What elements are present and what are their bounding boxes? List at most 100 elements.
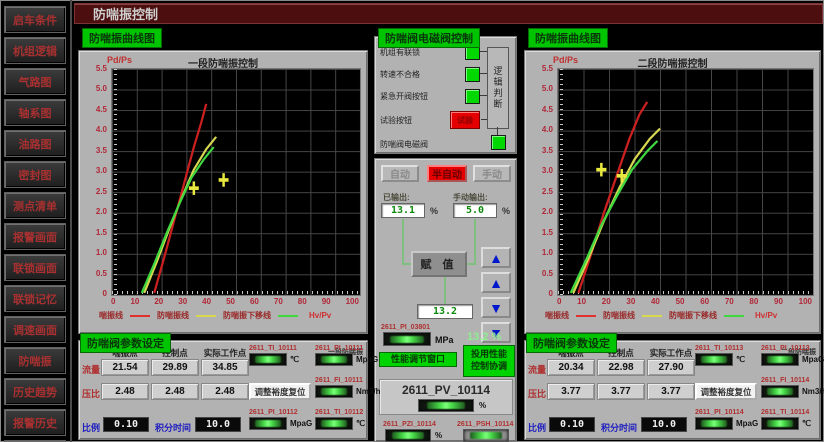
x-tick: 20 [154, 297, 163, 306]
param-value-cell: 29.89 [151, 359, 199, 376]
surge-line [578, 102, 647, 293]
margin-reset-button[interactable]: 调整裕度复位 [695, 383, 757, 400]
instrument-tag: 2611_FI_10111 [315, 377, 363, 384]
sidebar-item-6[interactable]: 密封图 [4, 161, 66, 188]
y-tick: 2.5 [96, 187, 107, 196]
legend-swatch [576, 315, 596, 317]
sidebar-item-4[interactable]: 轴系图 [4, 99, 66, 126]
x-tick: 100 [346, 297, 359, 306]
gain-value-box[interactable]: 0.10 [549, 417, 595, 432]
sidebar-item-2[interactable]: 机组逻辑 [4, 37, 66, 64]
x-axis-ticks: 0102030405060708090100 [111, 297, 359, 306]
y-tick: 1.5 [96, 228, 107, 237]
chart1-panel: 一段防喘振控制 Pd/Ps 5.55.04.54.03.53.02.52.01.… [78, 50, 368, 334]
param2-panel: 二段防喘振喘振点控制点实际工作点流量20.3422.9827.90压比3.773… [524, 340, 821, 440]
sidebar-item-1[interactable]: 启车条件 [4, 6, 66, 33]
x-axis-unit: Hv/Pv [755, 311, 777, 320]
surge-plot-area [557, 68, 814, 296]
pzi-value-display [385, 429, 431, 442]
legend-label: 防喘振线 [603, 310, 635, 321]
enable-performance-line2: 控制协调 [471, 361, 507, 373]
x-axis-unit: Hv/Pv [309, 311, 331, 320]
instrument-unit: MpaG [290, 419, 312, 428]
pi-value-display [383, 332, 431, 346]
y-tick: 1.0 [96, 248, 107, 257]
y-tick: 0.5 [542, 269, 553, 278]
instrument-value-display [249, 417, 287, 430]
percent-readout: 13.2 % [467, 331, 501, 343]
test-alarm-button[interactable]: 试验 [450, 111, 480, 129]
instrument-tag: 2611_TI_10114 [761, 409, 809, 416]
led-value-smear [321, 388, 347, 395]
gain-label: 比例 [528, 421, 546, 434]
connector-line [497, 127, 498, 135]
y-axis-label: Pd/Ps [553, 55, 578, 65]
mode-button-2[interactable]: 半自动 [427, 165, 467, 182]
condition-label: 转速不合格 [380, 69, 420, 80]
led-value-smear [470, 432, 502, 439]
sidebar-item-14[interactable]: 报警历史 [4, 409, 66, 436]
instrument-tag: 2611_PI_10113 [761, 345, 810, 352]
sidebar-item-11[interactable]: 调速画面 [4, 316, 66, 343]
integral-value-box[interactable]: 10.0 [195, 417, 241, 432]
x-tick: 90 [322, 297, 331, 306]
param-value-cell: 2.48 [101, 383, 149, 400]
mode-button-3[interactable]: 手动 [473, 165, 511, 182]
legend-label: 防喘振下移线 [223, 310, 271, 321]
sidebar-item-13[interactable]: 历史趋势 [4, 378, 66, 405]
y-tick: 0.5 [96, 269, 107, 278]
solenoid-panel: 逻辑判断 防喘阀电磁阀 机组有联锁转速不合格紧急开阀按钮试验按钮试验 [374, 36, 517, 154]
param-value-cell: 2.48 [151, 383, 199, 400]
sidebar-item-12[interactable]: 防喘振 [4, 347, 66, 374]
sidebar-item-10[interactable]: 联锁记忆 [4, 285, 66, 312]
decrease-arrow-button[interactable]: ▼ [481, 297, 511, 318]
manual-output-field[interactable]: 5.0 [453, 203, 497, 218]
gain-value-box[interactable]: 0.10 [103, 417, 149, 432]
instrument-value-display [315, 353, 353, 366]
instrument-unit: Nm3/h [802, 387, 824, 396]
increase-arrow-button[interactable]: ▲ [481, 272, 511, 293]
performance-window-button[interactable]: 性能调节窗口 [379, 352, 457, 367]
x-tick: 40 [651, 297, 660, 306]
instrument-value-display [761, 353, 799, 366]
x-tick: 70 [725, 297, 734, 306]
integral-value-box[interactable]: 10.0 [641, 417, 687, 432]
x-tick: 50 [676, 297, 685, 306]
y-tick: 5.5 [542, 64, 553, 73]
sidebar-item-3[interactable]: 气路图 [4, 68, 66, 95]
pv-unit: % [479, 401, 486, 410]
pv-display-box: 2611_PV_10114 % [379, 379, 513, 415]
y-tick: 3.5 [542, 146, 553, 155]
increase-arrow-button[interactable]: ▲ [481, 247, 511, 268]
anti-surge-line [144, 137, 216, 293]
setpoint-field[interactable]: 13.2 [417, 304, 473, 319]
sidebar-item-8[interactable]: 报警画面 [4, 223, 66, 250]
pzi-tag-label: 2611_PZI_10114 [383, 421, 436, 428]
anti-surge-control-screen: 启车条件机组逻辑气路图轴系图油路图密封图测点清单报警画面联锁画面联锁记忆调速画面… [0, 0, 824, 442]
condition-ok-indicator [465, 67, 480, 82]
led-value-smear [321, 420, 347, 427]
mode-button-1[interactable]: 自动 [381, 165, 419, 182]
connector-line [481, 119, 487, 120]
row-label: 流量 [82, 363, 100, 376]
param-value-cell: 20.34 [547, 359, 595, 376]
y-tick: 4.0 [96, 125, 107, 134]
y-tick: 2.0 [542, 207, 553, 216]
x-tick: 30 [178, 297, 187, 306]
output-value-field[interactable]: 13.1 [381, 203, 425, 218]
instrument-value-display [761, 385, 799, 398]
assign-value-button[interactable]: 赋 值 [411, 251, 467, 277]
sidebar-item-5[interactable]: 油路图 [4, 130, 66, 157]
sidebar-item-7[interactable]: 测点清单 [4, 192, 66, 219]
y-axis-ticks: 5.55.04.54.03.53.02.52.01.51.00.50 [83, 64, 107, 298]
instrument-value-display [315, 417, 353, 430]
sidebar-item-9[interactable]: 联锁画面 [4, 254, 66, 281]
column-header: 实际工作点 [201, 347, 249, 359]
instrument-value-display [249, 353, 287, 366]
y-tick: 2.0 [96, 207, 107, 216]
margin-reset-button[interactable]: 调整裕度复位 [249, 383, 311, 400]
enable-performance-button[interactable]: 投用性能 控制协调 [463, 345, 515, 377]
signal-line [474, 219, 476, 264]
y-tick: 5.0 [96, 84, 107, 93]
instrument-tag: 2611_TI_10113 [695, 345, 743, 352]
